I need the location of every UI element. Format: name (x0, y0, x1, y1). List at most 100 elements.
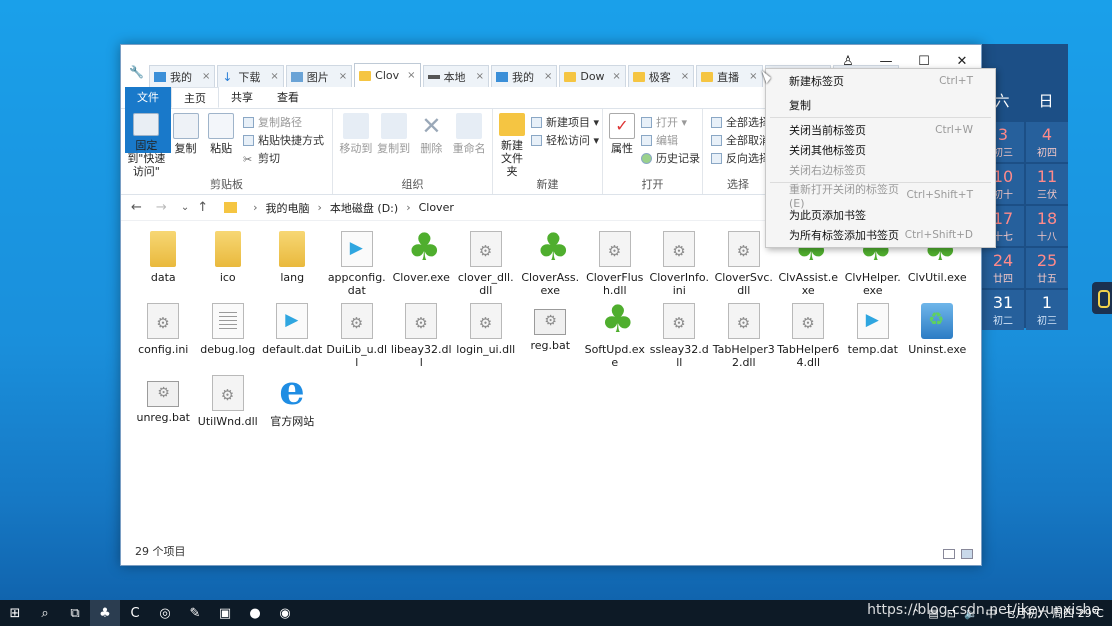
breadcrumb-clover[interactable]: Clover (419, 201, 454, 214)
task-view-icon[interactable]: ⧉ (60, 600, 90, 626)
file-item[interactable]: reg.bat (518, 303, 583, 369)
calendar-day-cell[interactable]: 11 三伏 (1026, 164, 1068, 204)
breadcrumb-local-disk[interactable]: 本地磁盘 (D:) (330, 200, 398, 216)
delete-button[interactable]: ✕ 删除 (415, 113, 449, 178)
explorer-tab[interactable]: 本地 × (422, 65, 489, 87)
side-widget-handle[interactable] (1092, 282, 1112, 314)
details-view-icon[interactable] (943, 549, 955, 559)
file-item[interactable]: default.dat (260, 303, 325, 369)
file-item[interactable]: temp.dat (841, 303, 906, 369)
select-all-button[interactable]: 全部选择 (711, 113, 770, 131)
menu-item[interactable]: 新建标签页 Ctrl+T (766, 71, 995, 91)
file-item[interactable]: libeay32.dll (389, 303, 454, 369)
ribbon-tab-share[interactable]: 共享 (219, 87, 265, 108)
tab-close-icon[interactable]: × (749, 71, 757, 82)
file-item[interactable]: CloverInfo.ini (647, 231, 712, 297)
calendar-day-cell[interactable]: 25 廿五 (1026, 248, 1068, 288)
ribbon-tab-home[interactable]: 主页 (171, 87, 219, 108)
file-item[interactable]: DuiLib_u.dll (325, 303, 390, 369)
explorer-tab[interactable]: 我的 × (149, 65, 216, 87)
music-icon[interactable]: ● (240, 600, 270, 626)
new-folder-button[interactable]: 新建 文件夹 (499, 113, 525, 178)
wrench-icon[interactable]: 🔧 (129, 65, 144, 79)
history-button[interactable]: 历史记录 (641, 149, 700, 167)
tab-close-icon[interactable]: × (270, 71, 278, 82)
app-c-icon[interactable]: C (120, 600, 150, 626)
cut-button[interactable]: ✂ 剪切 (243, 149, 324, 167)
calendar-day-cell[interactable]: 31 初二 (982, 290, 1024, 330)
tab-close-icon[interactable]: × (681, 71, 689, 82)
copy-path-button[interactable]: 复制路径 (243, 113, 324, 131)
tab-close-icon[interactable]: × (476, 71, 484, 82)
forward-arrow-icon[interactable]: → (156, 200, 167, 215)
paste-button[interactable]: 粘贴 (205, 113, 237, 178)
menu-item[interactable]: 为所有标签添加书签页 Ctrl+Shift+D (766, 225, 995, 245)
copy-button[interactable]: 复制 (170, 113, 202, 178)
calendar-day-cell[interactable]: 4 初四 (1026, 122, 1068, 162)
file-item[interactable]: clover_dll.dll (454, 231, 519, 297)
explorer-tab[interactable]: 直播 × (696, 65, 763, 87)
file-item[interactable]: ssleay32.dll (647, 303, 712, 369)
file-item[interactable]: TabHelper64.dll (776, 303, 841, 369)
file-item[interactable]: unreg.bat (131, 375, 196, 441)
file-item[interactable]: SoftUpd.exe (583, 297, 648, 369)
file-item[interactable]: ico (196, 231, 261, 297)
file-item[interactable]: Clover.exe (389, 225, 454, 297)
file-item[interactable]: debug.log (196, 303, 261, 369)
windows-start-icon[interactable]: ⊞ (0, 600, 30, 626)
menu-item[interactable]: 关闭其他标签页 (766, 140, 995, 160)
explorer-tab[interactable]: 图片 × (285, 65, 353, 87)
file-item[interactable]: Uninst.exe (905, 303, 970, 369)
file-item[interactable]: lang (260, 231, 325, 297)
easy-access-button[interactable]: 轻松访问 ▾ (531, 131, 599, 149)
paste-shortcut-button[interactable]: 粘贴快捷方式 (243, 131, 324, 149)
recent-locations-icon[interactable]: ⌄ (181, 202, 189, 213)
calendar-day-cell[interactable]: 24 廿四 (982, 248, 1024, 288)
back-arrow-icon[interactable]: ← (131, 200, 142, 215)
tab-close-icon[interactable]: × (339, 71, 347, 82)
search-icon[interactable]: ⌕ (30, 600, 60, 626)
menu-item[interactable]: 关闭当前标签页 Ctrl+W (766, 120, 995, 140)
calendar-day-cell[interactable]: 18 十八 (1026, 206, 1068, 246)
rename-button[interactable]: 重命名 (452, 113, 486, 178)
breadcrumb-my-computer[interactable]: 我的电脑 (266, 200, 310, 216)
file-item[interactable]: appconfig.dat (325, 231, 390, 297)
move-to-button[interactable]: 移动到 (339, 113, 373, 178)
copy-to-button[interactable]: 复制到 (377, 113, 411, 178)
tab-close-icon[interactable]: × (612, 71, 620, 82)
invert-selection-button[interactable]: 反向选择 (711, 149, 770, 167)
tab-close-icon[interactable]: × (407, 70, 415, 81)
select-none-button[interactable]: 全部取消 (711, 131, 770, 149)
explorer-tab[interactable]: ↓ 下载 × (217, 65, 284, 87)
explorer-tab[interactable]: 极客 × (627, 65, 695, 87)
file-item[interactable]: TabHelper32.dll (712, 303, 777, 369)
explorer-tab[interactable]: Dow × (559, 65, 626, 87)
file-item[interactable]: 官方网站 (260, 367, 325, 441)
file-item[interactable]: data (131, 231, 196, 297)
properties-button[interactable]: ✓ 属性 (609, 113, 635, 178)
wechat-icon[interactable]: ◎ (150, 600, 180, 626)
file-item[interactable]: CloverAss.exe (518, 225, 583, 297)
explorer-tab[interactable]: 我的 × (490, 65, 558, 87)
tab-close-icon[interactable]: × (202, 71, 210, 82)
up-arrow-icon[interactable]: ↑ (197, 200, 208, 215)
tools-icon[interactable]: ✎ (180, 600, 210, 626)
file-item[interactable]: UtilWnd.dll (196, 375, 261, 441)
pin-quick-access-button[interactable]: 固定到"快速访问" (127, 113, 166, 178)
clover-icon[interactable]: ♣ (90, 600, 120, 626)
menu-item[interactable]: 复制 (766, 95, 995, 115)
file-item[interactable]: config.ini (131, 303, 196, 369)
open-button[interactable]: 打开 ▾ (641, 113, 700, 131)
ribbon-tab-view[interactable]: 查看 (265, 87, 311, 108)
tab-close-icon[interactable]: × (544, 71, 552, 82)
new-item-button[interactable]: 新建项目 ▾ (531, 113, 599, 131)
chrome-icon[interactable]: ◉ (270, 600, 300, 626)
edit-button[interactable]: 编辑 (641, 131, 700, 149)
explorer-tab[interactable]: Clov × (354, 63, 421, 87)
calendar-day-cell[interactable]: 1 初三 (1026, 290, 1068, 330)
file-item[interactable]: login_ui.dll (454, 303, 519, 369)
breadcrumb[interactable]: › 我的电脑 › 本地磁盘 (D:) › Clover (224, 198, 454, 218)
file-item[interactable]: CloverFlush.dll (583, 231, 648, 297)
large-icons-view-icon[interactable] (961, 549, 973, 559)
app-icon[interactable]: ▣ (210, 600, 240, 626)
